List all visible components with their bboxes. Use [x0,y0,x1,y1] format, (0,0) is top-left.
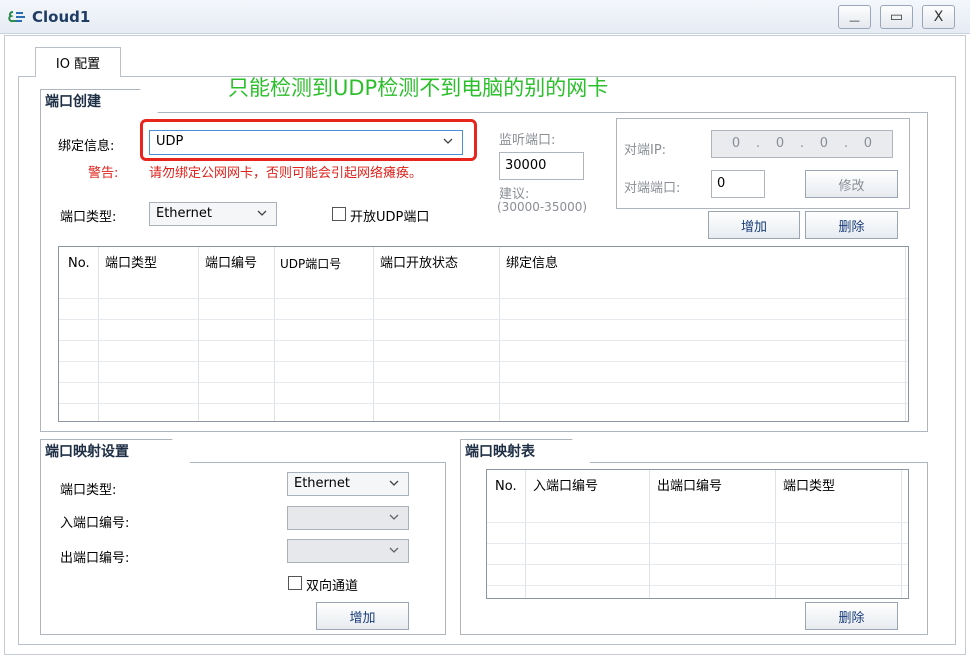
tab-io-config[interactable]: IO 配置 [35,47,121,77]
ip-octet-3: 0 [819,136,829,151]
warning-label: 警告: [88,166,119,181]
map-col-header-no: No. [495,479,517,494]
mapping-table[interactable]: No. 入端口编号 出端口编号 端口类型 [486,469,909,599]
add-mapping-button[interactable]: 增加 [316,602,409,630]
chevron-down-icon [389,514,399,520]
port-type-select[interactable]: Ethernet [149,202,277,226]
out-port-select[interactable] [287,539,409,563]
minimize-button[interactable]: — [838,5,871,29]
chevron-down-icon [389,547,399,553]
peer-port-label: 对端端口: [624,181,681,196]
peer-port-input[interactable]: 0 [711,170,765,198]
peer-ip-label: 对端IP: [624,143,667,158]
ip-octet-4: 0 [863,136,873,151]
open-udp-label: 开放UDP端口 [350,210,430,225]
maximize-button[interactable]: ▭ [880,5,913,29]
close-icon: X [933,9,944,25]
cloud-app-icon [8,11,25,23]
minimize-icon: — [849,13,860,27]
close-button[interactable]: X [922,5,955,29]
map-col-header-out-port: 出端口编号 [657,479,723,494]
delete-port-button[interactable]: 删除 [805,211,898,239]
out-port-label: 出端口编号: [60,551,130,566]
port-type-value: Ethernet [156,206,212,221]
chevron-down-icon [257,210,267,216]
map-col-header-in-port: 入端口编号 [533,479,599,494]
mapping-port-type-select[interactable]: Ethernet [287,472,409,496]
port-create-title: 端口创建 [40,89,158,113]
listen-port-label: 监听端口: [499,133,556,148]
highlight-box [140,119,477,161]
port-type-label: 端口类型: [60,210,117,225]
col-header-udp-port: UDP端口号 [280,257,342,271]
window-title: Cloud1 [32,8,91,26]
peer-ip-input[interactable]: 0. 0. 0. 0 [711,130,893,158]
col-header-port-type: 端口类型 [105,256,158,271]
bidirectional-label: 双向通道 [306,579,359,594]
col-header-no: No. [68,256,90,271]
col-header-port-number: 端口编号 [205,256,258,271]
mapping-port-type-value: Ethernet [294,476,350,491]
annotation-text: 只能检测到UDP检测不到电脑的别的网卡 [228,76,609,100]
in-port-label: 入端口编号: [60,516,130,531]
suggest-range: (30000-35000) [497,200,588,214]
ip-octet-2: 0 [775,136,785,151]
delete-mapping-button[interactable]: 删除 [805,602,898,630]
bidirectional-checkbox[interactable] [288,576,302,590]
in-port-select[interactable] [287,506,409,530]
add-port-button[interactable]: 增加 [708,211,800,239]
listen-port-input[interactable]: 30000 [499,152,584,180]
ip-octet-1: 0 [731,136,741,151]
title-bar: Cloud1 — ▭ X [0,0,970,34]
modify-button[interactable]: 修改 [805,170,898,198]
chevron-down-icon [389,480,399,486]
port-mapping-title: 端口映射设置 [40,439,190,463]
map-col-header-port-type: 端口类型 [783,479,836,494]
mapping-port-type-label: 端口类型: [60,483,117,498]
col-header-bind-info: 绑定信息 [506,256,559,271]
warning-text: 请勿绑定公网网卡，否则可能会引起网络瘫痪。 [149,166,423,181]
maximize-icon: ▭ [889,9,904,25]
mapping-table-title: 端口映射表 [460,439,590,463]
port-table[interactable]: No. 端口类型 端口编号 UDP端口号 端口开放状态 绑定信息 [58,246,909,422]
col-header-open-status: 端口开放状态 [380,256,459,271]
open-udp-checkbox[interactable] [332,207,346,221]
bind-info-label: 绑定信息: [58,139,115,154]
